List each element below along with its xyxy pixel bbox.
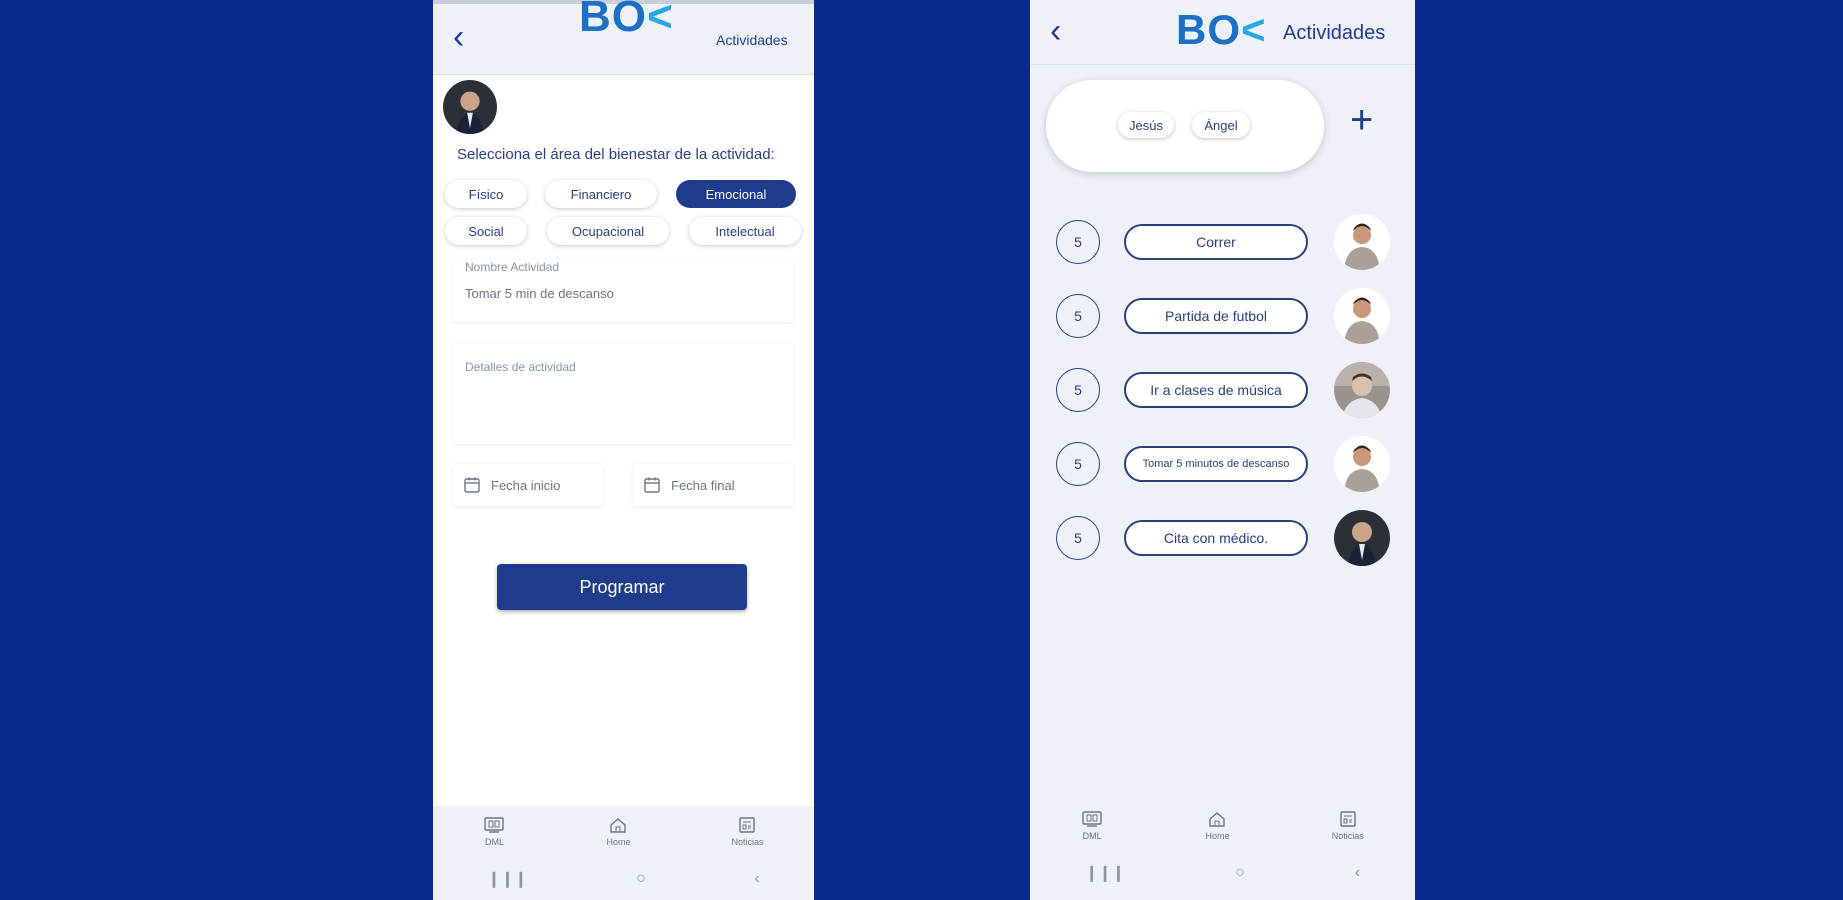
people-selector: Jesús Ángel: [1046, 80, 1324, 172]
start-date-field[interactable]: Fecha inicio: [453, 464, 603, 506]
nav-item-home[interactable]: Home: [606, 816, 630, 847]
nav-label: Home: [1205, 830, 1230, 841]
activity-count-badge: 5: [1056, 220, 1100, 264]
avatar-suit-icon: [443, 80, 497, 134]
bottom-nav: DML Home Noticias: [1030, 800, 1415, 850]
activity-avatar: [1334, 510, 1390, 566]
activity-row[interactable]: 5 Ir a clases de música: [1030, 360, 1415, 420]
activity-avatar: [1334, 362, 1390, 418]
activity-count-badge: 5: [1056, 516, 1100, 560]
home-icon: [1209, 811, 1226, 827]
news-icon: [739, 816, 756, 833]
news-icon: [1340, 810, 1356, 827]
category-chip-emocional[interactable]: Emocional: [676, 180, 796, 208]
nav-item-dml[interactable]: DML: [1081, 810, 1103, 841]
dml-icon: [1082, 810, 1102, 827]
nav-item-noticias[interactable]: Noticias: [1332, 810, 1364, 841]
activity-pill[interactable]: Partida de futbol: [1124, 298, 1308, 334]
category-chip-ocupacional[interactable]: Ocupacional: [547, 217, 669, 245]
person-chip-angel[interactable]: Ángel: [1192, 112, 1250, 138]
activity-name-field[interactable]: Nombre Actividad Tomar 5 min de descanso: [453, 260, 793, 322]
activity-row[interactable]: 5 Cita con médico.: [1030, 508, 1415, 568]
category-chip-fisico[interactable]: Físico: [445, 180, 527, 208]
nav-label: Home: [606, 836, 631, 847]
activity-form-screen: ‹ BO< Actividades Selecciona el área del…: [433, 0, 814, 900]
nav-item-dml[interactable]: DML: [483, 816, 505, 847]
start-date-placeholder: Fecha inicio: [491, 477, 561, 493]
activity-row[interactable]: 5 Partida de futbol: [1030, 286, 1415, 346]
avatar-suit-icon: [1334, 510, 1390, 566]
category-chip-financiero[interactable]: Financiero: [545, 180, 657, 208]
system-nav-bar: ❙❙❙ ○ ‹: [433, 856, 814, 900]
avatar-man-icon: [1334, 288, 1390, 344]
category-chip-intelectual[interactable]: Intelectual: [689, 217, 801, 245]
brand-logo: BO<: [579, 0, 674, 41]
activity-details-label: Detalles de actividad: [465, 360, 576, 374]
activity-count-badge: 5: [1056, 442, 1100, 486]
avatar-man-icon: [1334, 436, 1390, 492]
activity-avatar: [1334, 288, 1390, 344]
activity-avatar: [1334, 436, 1390, 492]
category-chip-social[interactable]: Social: [445, 217, 527, 245]
activity-name-value: Tomar 5 min de descanso: [465, 286, 614, 301]
bottom-nav: DML Home Noticias: [433, 806, 814, 856]
user-avatar[interactable]: [443, 80, 497, 134]
program-button[interactable]: Programar: [497, 564, 747, 610]
dml-icon: [484, 816, 505, 833]
page-title: Actividades: [716, 32, 788, 48]
activity-count-badge: 5: [1056, 294, 1100, 338]
page-title: Actividades: [1283, 22, 1386, 44]
system-nav-bar: ❙❙❙ ○ ‹: [1030, 850, 1415, 896]
home-circle-icon[interactable]: ○: [1235, 864, 1245, 882]
nav-label: DML: [1082, 830, 1102, 841]
activity-pill[interactable]: Ir a clases de música: [1124, 372, 1308, 408]
nav-label: DML: [484, 836, 504, 847]
activity-pill[interactable]: Correr: [1124, 224, 1308, 260]
back-button[interactable]: ‹: [1050, 14, 1061, 48]
activities-list-screen: ‹ BO< Actividades Jesús Ángel + 5 Correr…: [1030, 0, 1415, 900]
recent-apps-icon[interactable]: ❙❙❙: [1085, 863, 1125, 883]
end-date-field[interactable]: Fecha final: [633, 464, 793, 506]
brand-logo: BO<: [1176, 6, 1267, 53]
person-chip-jesus[interactable]: Jesús: [1118, 112, 1174, 138]
calendar-icon: [644, 477, 660, 493]
end-date-placeholder: Fecha final: [671, 477, 735, 493]
activity-row[interactable]: 5 Correr: [1030, 212, 1415, 272]
avatar-man-icon: [1334, 214, 1390, 270]
app-header: ‹ BO< Actividades: [1030, 0, 1415, 65]
activity-avatar: [1334, 214, 1390, 270]
system-back-icon[interactable]: ‹: [1355, 864, 1360, 882]
activity-row[interactable]: 5 Tomar 5 minutos de descanso: [1030, 434, 1415, 494]
area-prompt: Selecciona el área del bienestar de la a…: [457, 146, 775, 163]
system-back-icon[interactable]: ‹: [754, 870, 759, 888]
activity-name-label: Nombre Actividad: [465, 260, 560, 274]
activity-pill[interactable]: Cita con médico.: [1124, 520, 1308, 556]
avatar-photo-icon: [1334, 362, 1390, 418]
nav-item-home[interactable]: Home: [1205, 810, 1229, 841]
activity-details-field[interactable]: Detalles de actividad: [453, 344, 793, 444]
home-icon: [610, 817, 627, 833]
home-circle-icon[interactable]: ○: [636, 870, 646, 888]
nav-label: Noticias: [1331, 830, 1364, 841]
activity-count-badge: 5: [1056, 368, 1100, 412]
nav-item-noticias[interactable]: Noticias: [731, 816, 763, 847]
calendar-icon: [464, 477, 480, 493]
nav-label: Noticias: [731, 836, 764, 847]
back-button[interactable]: ‹: [453, 20, 464, 54]
recent-apps-icon[interactable]: ❙❙❙: [487, 869, 527, 889]
add-person-button[interactable]: +: [1350, 100, 1373, 140]
activity-pill[interactable]: Tomar 5 minutos de descanso: [1124, 446, 1308, 482]
app-header: ‹ BO< Actividades: [433, 0, 814, 75]
